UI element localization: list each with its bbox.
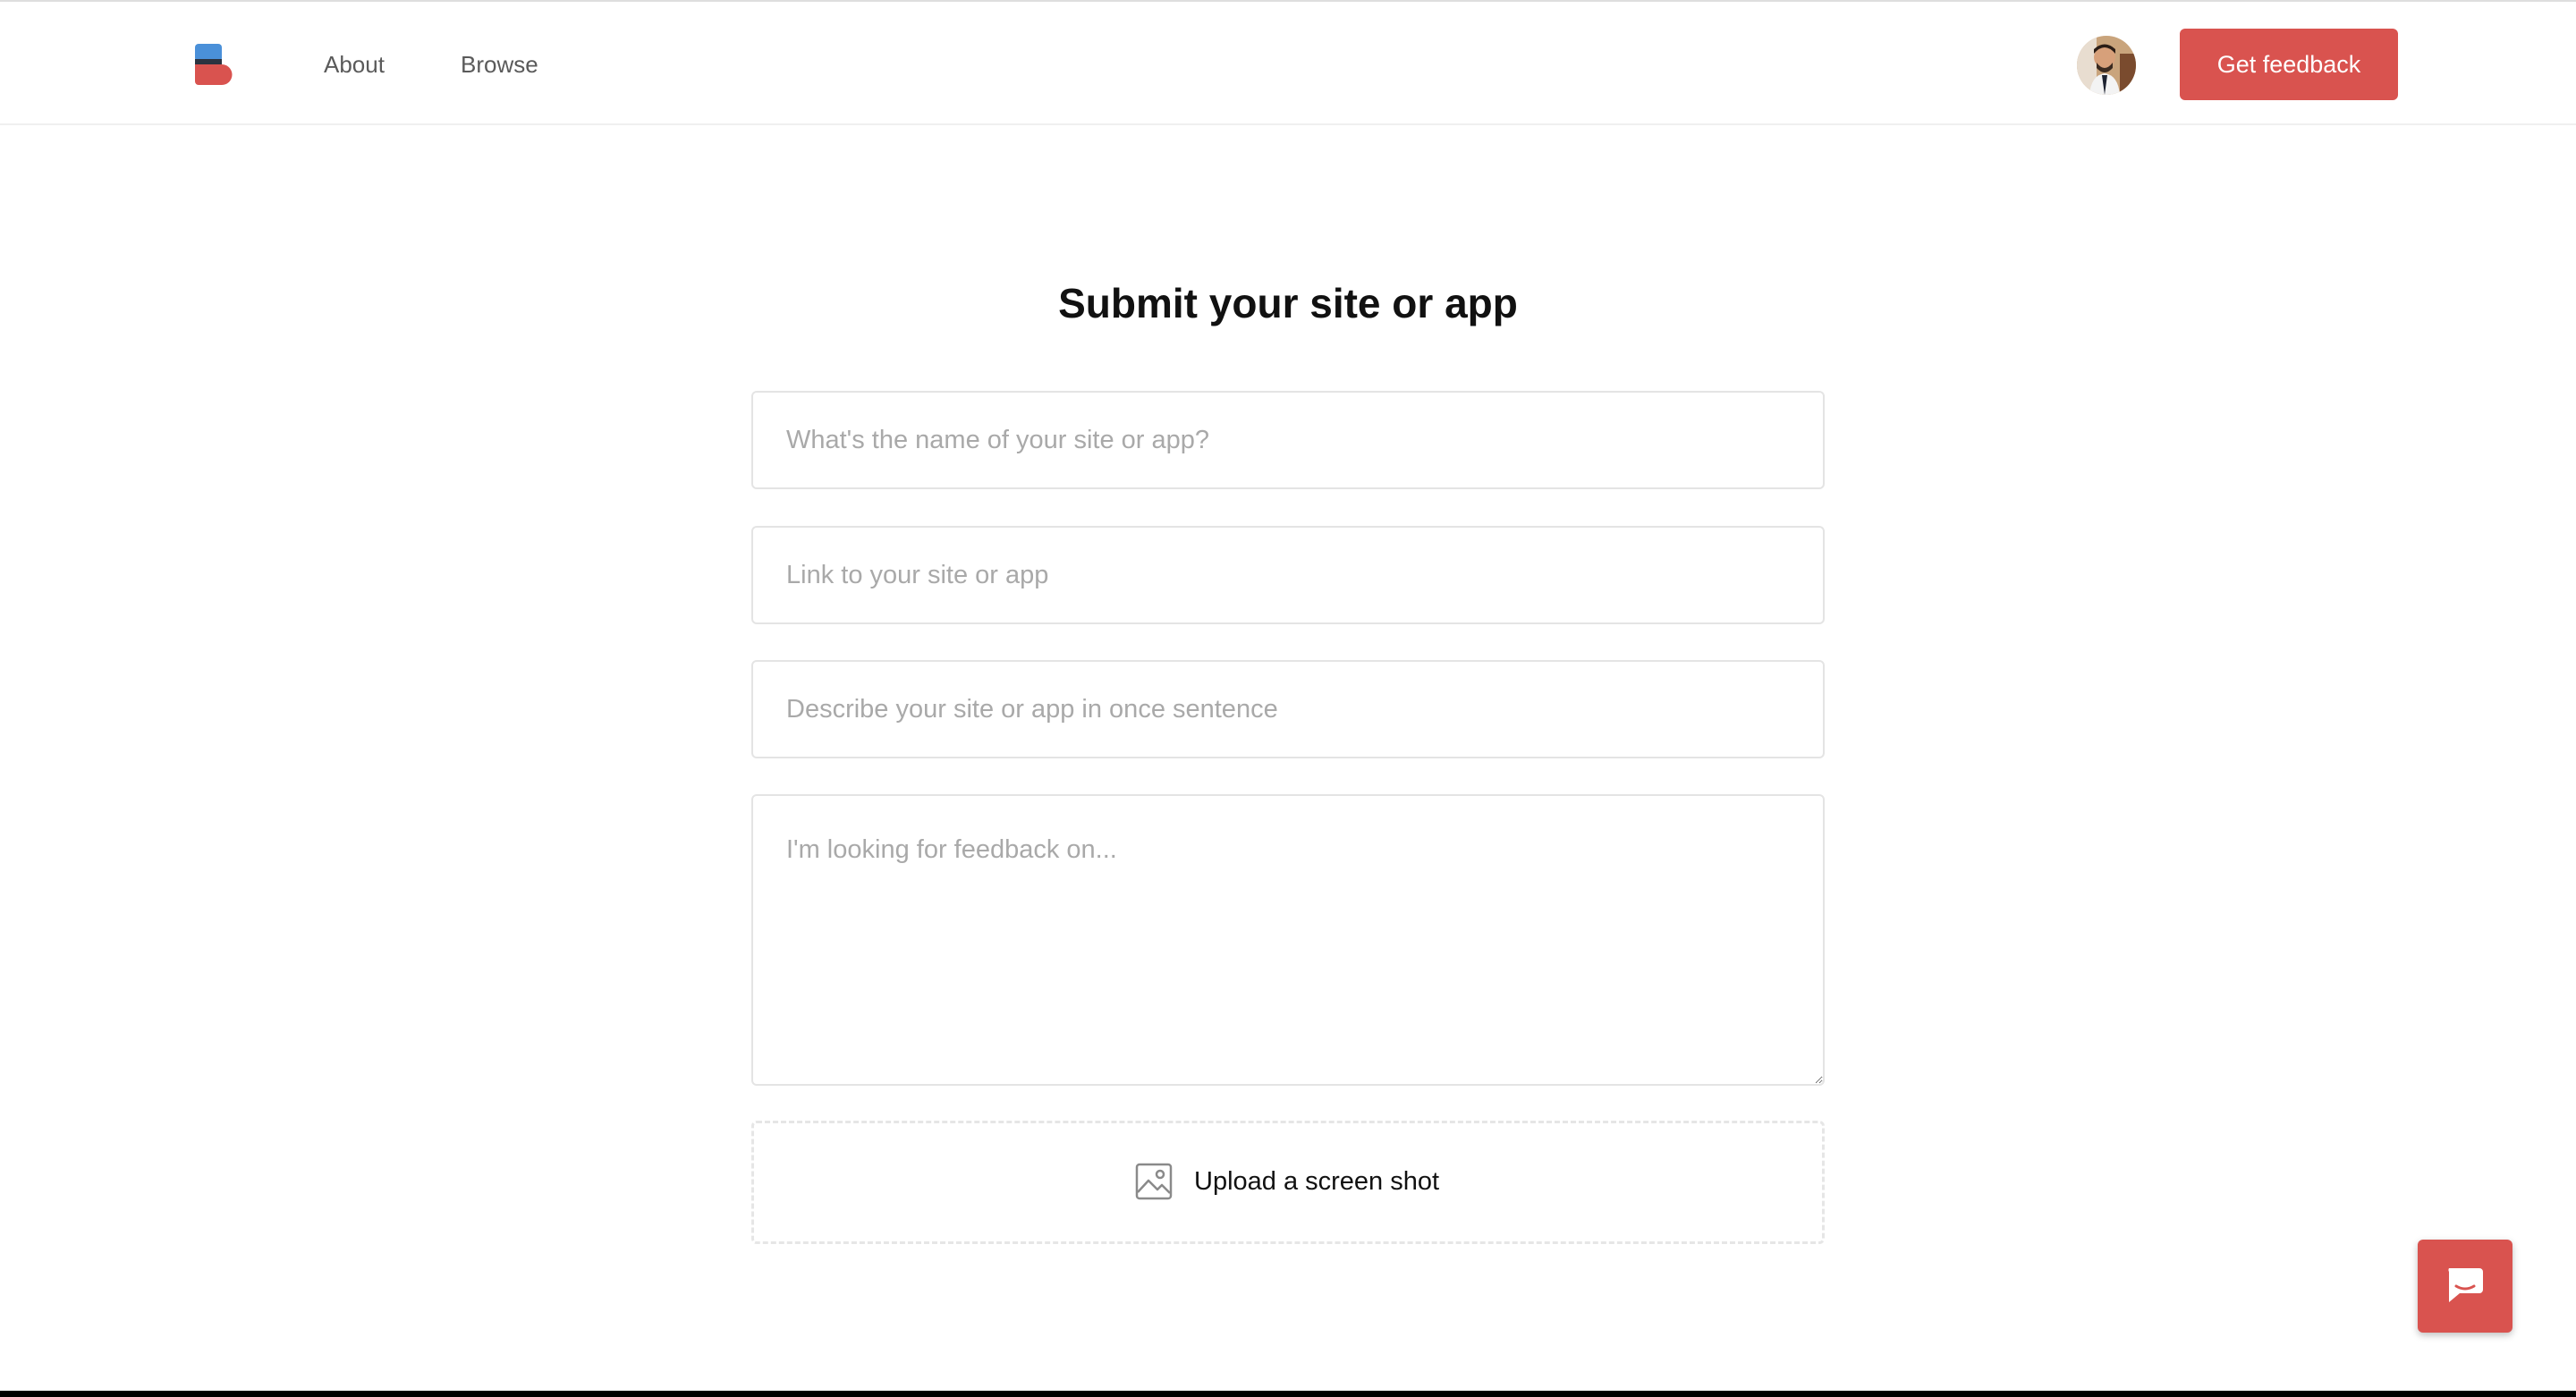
feedback-request-textarea[interactable] bbox=[751, 794, 1825, 1086]
site-link-input[interactable] bbox=[751, 526, 1825, 624]
upload-label: Upload a screen shot bbox=[1194, 1167, 1440, 1196]
user-avatar[interactable] bbox=[2077, 36, 2136, 95]
page: About Browse Get feedback Submit your si… bbox=[0, 0, 2576, 1397]
upload-screenshot-dropzone[interactable]: Upload a screen shot bbox=[751, 1121, 1825, 1244]
nav-link-browse[interactable]: Browse bbox=[461, 48, 538, 80]
image-icon bbox=[1135, 1163, 1173, 1200]
nav-link-about[interactable]: About bbox=[324, 48, 385, 80]
chat-bubble-icon bbox=[2448, 1268, 2483, 1302]
page-title: Submit your site or app bbox=[1058, 280, 1518, 326]
site-name-input[interactable] bbox=[751, 391, 1825, 489]
bottom-edge bbox=[0, 1391, 2576, 1397]
chat-launcher-button[interactable] bbox=[2418, 1240, 2512, 1333]
navbar: About Browse Get feedback bbox=[0, 2, 2576, 125]
brand-logo-icon[interactable] bbox=[195, 44, 234, 85]
site-description-input[interactable] bbox=[751, 660, 1825, 758]
upload-content: Upload a screen shot bbox=[1135, 1163, 1439, 1200]
get-feedback-button[interactable]: Get feedback bbox=[2180, 29, 2398, 100]
